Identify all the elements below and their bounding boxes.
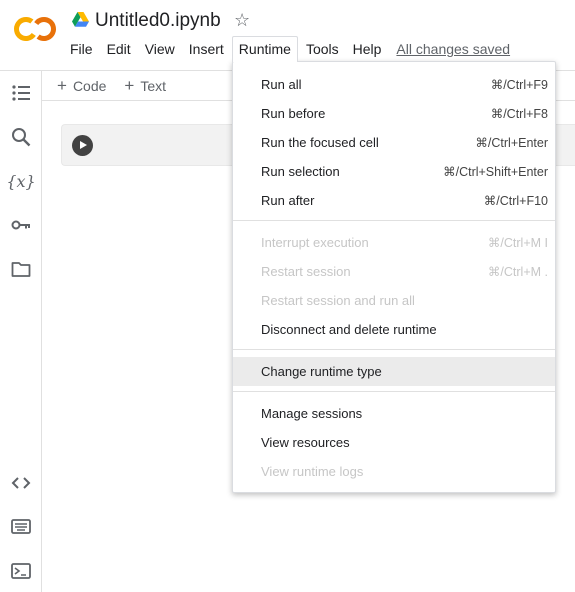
runtime-menu: Run all ⌘/Ctrl+F9 Run before ⌘/Ctrl+F8 R… bbox=[232, 61, 556, 493]
menu-tools[interactable]: Tools bbox=[299, 37, 346, 61]
menu-item-change-runtime-type[interactable]: Change runtime type bbox=[233, 357, 555, 386]
notebook-filename[interactable]: Untitled0.ipynb bbox=[95, 9, 221, 33]
menu-item-view-runtime-logs: View runtime logs bbox=[261, 464, 364, 479]
menu-item-run-all[interactable]: Run all ⌘/Ctrl+F9 bbox=[233, 70, 555, 99]
menubar: File Edit View Insert Runtime Tools Help… bbox=[63, 36, 510, 62]
menu-insert[interactable]: Insert bbox=[182, 37, 231, 61]
save-status-link[interactable]: All changes saved bbox=[396, 41, 510, 57]
star-icon[interactable]: ☆ bbox=[234, 10, 250, 30]
menu-help[interactable]: Help bbox=[346, 37, 389, 61]
menu-item-interrupt-execution: Interrupt execution ⌘/Ctrl+M I bbox=[261, 235, 548, 250]
menu-item-view-resources[interactable]: View resources bbox=[233, 428, 555, 457]
menu-item-restart-session: Restart session ⌘/Ctrl+M . bbox=[261, 264, 548, 279]
left-rail: {x} bbox=[0, 70, 42, 592]
terminal-icon[interactable] bbox=[7, 557, 35, 585]
menu-file[interactable]: File bbox=[63, 37, 100, 61]
colab-logo[interactable] bbox=[13, 15, 57, 43]
code-snippets-icon[interactable] bbox=[7, 469, 35, 497]
table-of-contents-icon[interactable] bbox=[7, 79, 35, 107]
plus-icon: + bbox=[124, 75, 135, 95]
menu-separator bbox=[233, 220, 555, 221]
menu-runtime[interactable]: Runtime bbox=[231, 36, 298, 62]
menu-item-run-focused-cell[interactable]: Run the focused cell ⌘/Ctrl+Enter bbox=[233, 128, 555, 157]
menu-item-manage-sessions[interactable]: Manage sessions bbox=[233, 399, 555, 428]
search-icon[interactable] bbox=[7, 123, 35, 151]
menu-item-restart-and-run-all: Restart session and run all bbox=[261, 293, 415, 308]
add-code-cell-button[interactable]: + Code bbox=[42, 75, 114, 95]
run-cell-button[interactable] bbox=[72, 135, 93, 156]
menu-item-run-before[interactable]: Run before ⌘/Ctrl+F8 bbox=[233, 99, 555, 128]
folder-icon[interactable] bbox=[7, 255, 35, 283]
menu-separator bbox=[233, 391, 555, 392]
menu-item-run-selection[interactable]: Run selection ⌘/Ctrl+Shift+Enter bbox=[233, 157, 555, 186]
google-drive-icon[interactable] bbox=[72, 12, 89, 27]
add-text-cell-button[interactable]: + Text bbox=[114, 75, 174, 95]
menu-view[interactable]: View bbox=[138, 37, 182, 61]
command-palette-icon[interactable] bbox=[7, 512, 35, 540]
menu-separator bbox=[233, 349, 555, 350]
menu-item-disconnect-delete-runtime[interactable]: Disconnect and delete runtime bbox=[233, 315, 555, 344]
add-text-label: Text bbox=[140, 77, 167, 94]
menu-edit[interactable]: Edit bbox=[100, 37, 138, 61]
add-code-label: Code bbox=[72, 77, 107, 94]
variables-icon[interactable]: {x} bbox=[6, 167, 35, 195]
key-icon[interactable] bbox=[7, 211, 35, 239]
plus-icon: + bbox=[57, 75, 67, 95]
menu-item-run-after[interactable]: Run after ⌘/Ctrl+F10 bbox=[233, 186, 555, 215]
